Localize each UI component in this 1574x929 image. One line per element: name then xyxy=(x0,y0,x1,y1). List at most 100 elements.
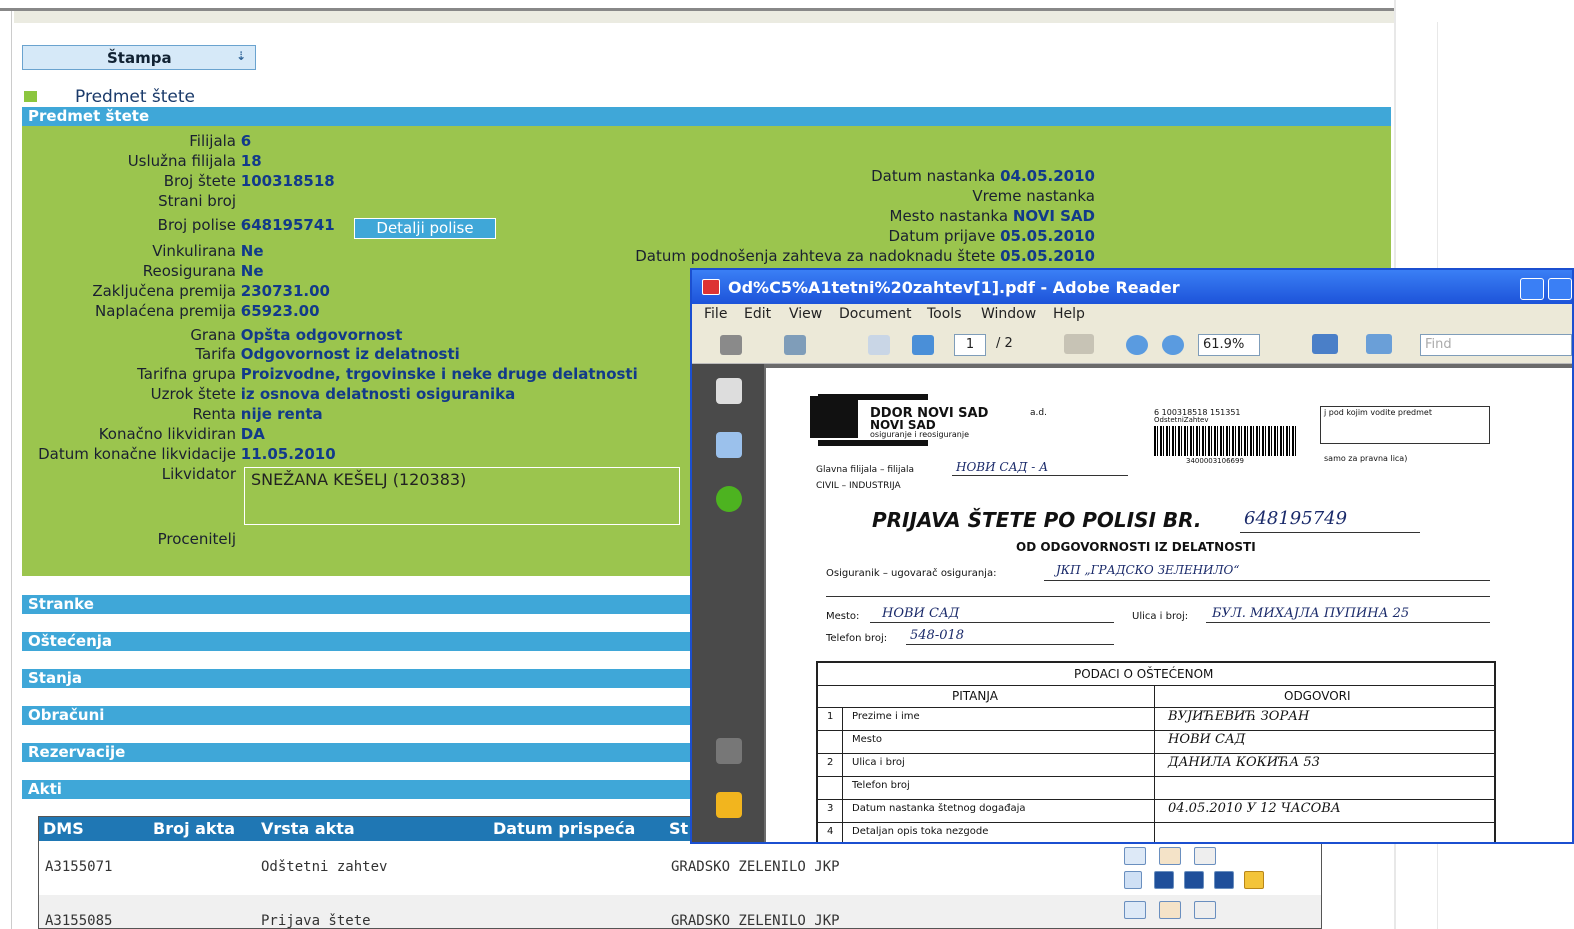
underline xyxy=(870,622,1114,623)
select-tool-icon[interactable] xyxy=(1064,334,1094,354)
col-broj-akta[interactable]: Broj akta xyxy=(153,819,235,838)
field-label: Konačno likvidiran xyxy=(98,425,236,443)
logo-stripe xyxy=(818,394,928,400)
checklist-icon[interactable] xyxy=(1154,871,1174,889)
menu-item-document[interactable]: Document xyxy=(839,306,912,322)
comments-icon[interactable] xyxy=(716,792,742,818)
top-shade xyxy=(14,11,1395,23)
next-page-icon[interactable] xyxy=(912,335,934,355)
pdf-document-area[interactable]: DDOR NOVI SAD a.d. NOVI SAD osiguranje i… xyxy=(764,364,1572,842)
menu-item-tools[interactable]: Tools xyxy=(927,306,962,322)
policy-number-handwritten: 648195749 xyxy=(1244,508,1348,529)
zoom-in-icon[interactable] xyxy=(1162,335,1184,355)
print-doc-icon[interactable] xyxy=(1184,871,1204,889)
menu-item-window[interactable]: Window xyxy=(981,306,1036,322)
zoom-out-icon[interactable] xyxy=(1126,335,1148,355)
find-input[interactable]: Find xyxy=(1420,334,1572,356)
rule xyxy=(1154,685,1155,842)
pdf-titlebar[interactable]: Od%C5%A1tetni%20zahtev[1].pdf - Adobe Re… xyxy=(692,270,1572,304)
menu-item-help[interactable]: Help xyxy=(1053,306,1085,322)
view-icon[interactable] xyxy=(1124,901,1146,919)
answer-cell: ВУЈИЋЕВИЋ ЗОРАН xyxy=(1168,709,1310,724)
field-label: Tarifna grupa xyxy=(137,365,236,383)
branch-handwritten: НОВИ САД - А xyxy=(956,460,1049,474)
send-icon[interactable] xyxy=(784,335,806,355)
barcode-sub-text: OdstetniZahtev xyxy=(1154,416,1209,424)
app-root: Štampa ⇣ Predmet štete Predmet štete Fil… xyxy=(0,0,1574,929)
form-subheading: OD ODGOVORNOSTI IZ DELATNOSTI xyxy=(1016,540,1256,554)
likvidator-field[interactable]: SNEŽANA KEŠELJ (120383) xyxy=(244,467,680,525)
injured-party-table: PODACI O OŠTEĆENOM PITANJA ODGOVORI 1 Pre… xyxy=(816,661,1496,842)
menu-item-file[interactable]: File xyxy=(704,306,727,322)
table-row[interactable]: A3155071 Odštetni zahtev GRADSKO ZELENIL… xyxy=(39,841,1321,895)
field-value: 230731.00 xyxy=(240,282,330,300)
field-label: Datum konačne likvidacije xyxy=(38,445,236,463)
info-icon[interactable] xyxy=(1124,871,1142,889)
fit-width-icon[interactable] xyxy=(1312,334,1338,354)
pdf-menubar: File Edit View Document Tools Window Help xyxy=(692,304,1572,326)
rule xyxy=(818,799,1494,800)
rule xyxy=(818,707,1494,708)
field-label: Uslužna filijala xyxy=(127,152,236,170)
maximize-icon[interactable] xyxy=(1548,278,1572,300)
field-value: 18 xyxy=(240,152,262,170)
zoom-field[interactable]: 61.9% xyxy=(1198,334,1260,356)
folder-icon[interactable] xyxy=(1244,871,1264,889)
save-icon[interactable] xyxy=(1214,871,1234,889)
attachment-icon[interactable] xyxy=(716,738,742,764)
procenitelj-label: Procenitelj xyxy=(157,530,236,548)
date-field-row: Datum nastanka 04.05.2010 xyxy=(495,167,1095,185)
document-edit-icon[interactable] xyxy=(1159,901,1181,919)
print-icon[interactable] xyxy=(720,335,742,355)
barcode-icon[interactable] xyxy=(1194,847,1216,865)
underline xyxy=(826,596,1490,597)
field-value: 6 xyxy=(240,132,252,150)
field-value: Ne xyxy=(240,242,264,260)
previous-page-icon[interactable] xyxy=(868,335,890,355)
table-row[interactable]: A3155085 Prijava štete GRADSKO ZELENILO … xyxy=(39,895,1321,929)
field-row: Tarifa Odgovornost iz delatnosti xyxy=(22,345,459,363)
row-party: GRADSKO ZELENILO JKP xyxy=(671,913,840,929)
help-icon[interactable] xyxy=(716,486,742,512)
insured-label: Osiguranik – ugovarač osiguranja: xyxy=(826,568,997,579)
place-handwritten: НОВИ САД xyxy=(882,606,960,621)
col-questions: PITANJA xyxy=(952,689,998,703)
view-icon[interactable] xyxy=(1124,847,1146,865)
field-value: DA xyxy=(240,425,265,443)
menu-item-edit[interactable]: Edit xyxy=(744,306,771,322)
underline xyxy=(952,475,1128,476)
col-dms[interactable]: DMS xyxy=(43,819,84,838)
field-row: Naplaćena premija 65923.00 xyxy=(22,302,320,320)
col-datum-prispeca[interactable]: Datum prispeća xyxy=(493,819,635,838)
field-row: Datum konačne likvidacije 11.05.2010 xyxy=(22,445,336,463)
page-number-input[interactable]: 1 xyxy=(954,334,986,356)
date-field-row: Mesto nastanka NOVI SAD xyxy=(495,207,1096,225)
minimize-icon[interactable] xyxy=(1520,278,1544,300)
pages-icon[interactable] xyxy=(716,378,742,404)
branch-sub: CIVIL – INDUSTRIJA xyxy=(816,481,901,491)
col-st[interactable]: St xyxy=(669,819,688,838)
print-label: Štampa xyxy=(107,49,172,67)
answer-cell: 04.05.2010 У 12 ЧАСОВА xyxy=(1168,801,1341,816)
col-vrsta-akta[interactable]: Vrsta akta xyxy=(261,819,355,838)
barcode-number: 3400003106699 xyxy=(1186,457,1244,465)
field-label: Tarifa xyxy=(195,345,236,363)
field-value: nije renta xyxy=(240,405,323,423)
row-dms: A3155071 xyxy=(45,859,113,875)
document-edit-icon[interactable] xyxy=(1159,847,1181,865)
field-label: Renta xyxy=(192,405,236,423)
rule xyxy=(818,776,1494,777)
menu-item-view[interactable]: View xyxy=(789,306,822,322)
logo-stripe xyxy=(818,440,928,446)
pdf-reader-window[interactable]: Od%C5%A1tetni%20zahtev[1].pdf - Adobe Re… xyxy=(690,268,1574,844)
field-value: 11.05.2010 xyxy=(240,445,336,463)
policy-details-button[interactable]: Detalji polise xyxy=(354,218,496,239)
arrow-down-icon: ⇣ xyxy=(236,49,247,63)
barcode-icon[interactable] xyxy=(1194,901,1216,919)
field-row: Tarifna grupa Proizvodne, trgovinske i n… xyxy=(22,365,638,383)
fit-page-icon[interactable] xyxy=(1366,334,1392,354)
row-type: Odštetni zahtev xyxy=(261,859,388,875)
print-dropdown-button[interactable]: Štampa ⇣ xyxy=(22,45,256,70)
field-label: Broj štete xyxy=(163,172,236,190)
bookmarks-icon[interactable] xyxy=(716,432,742,458)
